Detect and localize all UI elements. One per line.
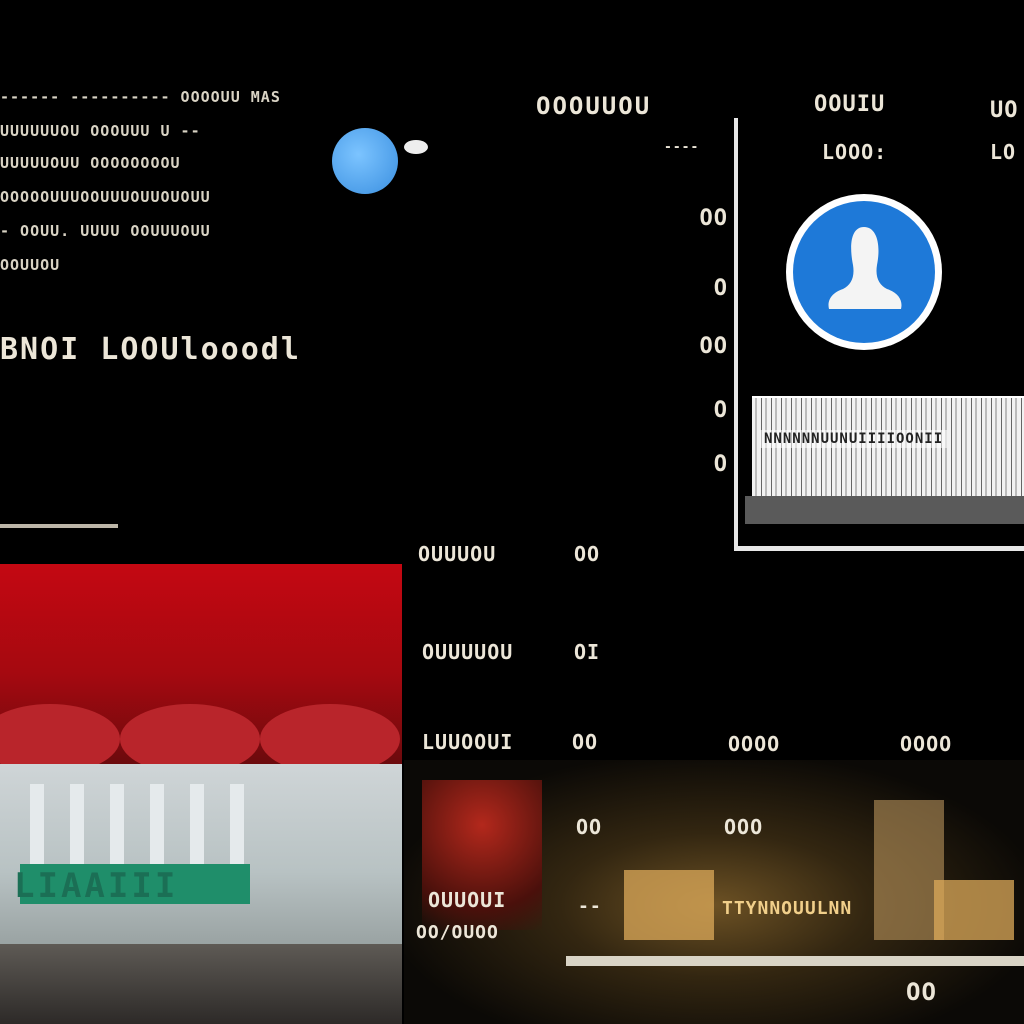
indicator-dot-icon [404, 140, 428, 154]
storefront-photo[interactable] [0, 564, 402, 1024]
list-number[interactable]: OO [680, 206, 728, 231]
row-label[interactable]: OUUUOU [418, 542, 496, 566]
divider [0, 524, 118, 528]
store-sign: LIAAIII [14, 866, 179, 906]
lit-building [934, 880, 1014, 940]
row-value: OOOO [728, 732, 781, 756]
list-number[interactable]: O [680, 276, 728, 301]
text-line: OOOOOUUUOOUUUOUUOUOUU [0, 188, 211, 206]
list-number[interactable]: O [680, 452, 728, 477]
lit-building [624, 870, 714, 940]
window [190, 784, 204, 864]
row-value: OOO [724, 815, 764, 839]
row-label[interactable]: LUUOOUI [422, 730, 513, 754]
column-header: OOOUUOU [536, 92, 652, 120]
user-icon [828, 227, 902, 309]
text-line: UUUUUOUU OOOOOOOOU [0, 154, 181, 172]
text-line: - OOUU. UUUU OOUUUOUU [0, 222, 211, 240]
text-line: UUUUUUOU OOOUUU U -- [0, 122, 201, 140]
barcode-label: NNNNNNUUNUIIIIOONII [760, 430, 948, 448]
row-label[interactable]: OUUUUOU [422, 640, 513, 664]
photo-sign: TTYNNOUULNN [722, 898, 853, 919]
row-value: OOOO [900, 732, 953, 756]
stage-bar [566, 956, 1024, 966]
panel-column-subheader: LO [990, 140, 1017, 164]
row-value: OO [576, 815, 603, 839]
window [110, 784, 124, 864]
code-line: BNOI LOOUlooodl [0, 332, 301, 367]
street [0, 944, 402, 1024]
list-number[interactable]: O [680, 398, 728, 423]
panel-column-header: UO [990, 98, 1019, 123]
list-number[interactable]: OO [680, 334, 728, 359]
photo-caption: OUUOUI [428, 888, 507, 912]
panel-column-subheader: LOOO: [822, 140, 888, 164]
text-line: OOUUOU [0, 256, 61, 274]
avatar[interactable] [786, 194, 942, 350]
column-subheader: ---- [664, 140, 700, 155]
window [30, 784, 44, 864]
window [230, 784, 244, 864]
panel-column-header: OOUIU [814, 92, 886, 117]
text-line: ------ ---------- OOOOUU MAS [0, 88, 281, 106]
avatar-circle [793, 201, 935, 343]
photo-separator: -- [578, 896, 602, 917]
window [150, 784, 164, 864]
panel-footer-band [745, 496, 1024, 524]
photo-caption: OO/OUOO [416, 922, 499, 943]
storefront [0, 764, 402, 944]
page-counter[interactable]: OO [906, 978, 937, 1006]
row-value: OO [574, 542, 601, 566]
row-value: OO [572, 730, 599, 754]
window [70, 784, 84, 864]
row-value: OI [574, 640, 601, 664]
status-dot-icon[interactable] [332, 128, 398, 194]
